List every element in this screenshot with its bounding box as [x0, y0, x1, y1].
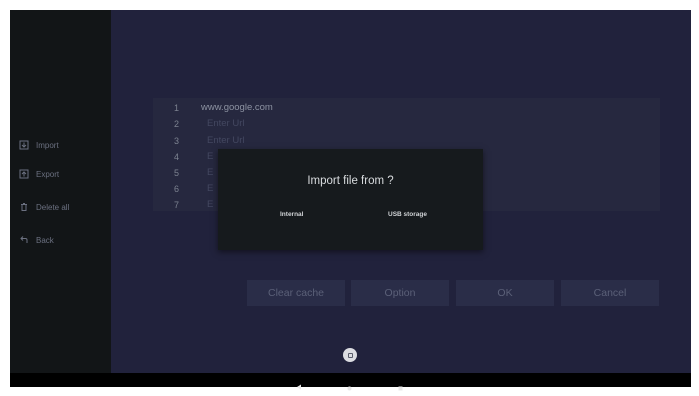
nav-back-icon[interactable]: [296, 377, 302, 395]
trash-icon: [19, 202, 29, 212]
sidebar-item-label: Import: [36, 140, 59, 150]
url-text: www.google.com: [201, 102, 273, 113]
dialog-title: Import file from ?: [307, 175, 394, 187]
sidebar-item-label: Delete all: [36, 202, 70, 212]
app-screen: Import Export Delete all Back 1 www.goog…: [10, 10, 691, 373]
clear-cache-button[interactable]: Clear cache: [247, 280, 345, 306]
url-text: E: [207, 151, 214, 162]
square-icon: [347, 352, 353, 358]
sidebar: Import Export Delete all Back: [10, 10, 111, 373]
url-text: Enter Url: [207, 135, 245, 146]
sidebar-item-delete-all[interactable]: Delete all: [19, 199, 69, 215]
sidebar-item-import[interactable]: Import: [19, 137, 59, 153]
url-index: 3: [174, 135, 180, 146]
cancel-button[interactable]: Cancel: [561, 280, 659, 306]
nav-recents-icon[interactable]: [398, 378, 403, 396]
system-nav-bar: [10, 373, 691, 391]
export-icon: [19, 169, 29, 179]
sidebar-item-back[interactable]: Back: [19, 232, 54, 248]
sidebar-item-label: Back: [36, 235, 54, 245]
import-icon: [19, 140, 29, 150]
url-index: 6: [174, 183, 180, 194]
url-index: 5: [174, 167, 180, 178]
floating-home-button[interactable]: [343, 348, 357, 362]
internal-option[interactable]: Internal: [280, 211, 303, 218]
import-dialog: Import file from ? Internal USB storage: [218, 149, 483, 250]
url-text: Enter Url: [207, 118, 245, 129]
back-icon: [19, 235, 29, 245]
nav-home-icon[interactable]: [347, 378, 352, 396]
url-text: E: [207, 183, 214, 194]
url-index: 7: [174, 199, 180, 210]
url-text: E: [207, 167, 214, 178]
url-text: E: [207, 199, 214, 210]
url-index: 2: [174, 118, 180, 129]
sidebar-item-export[interactable]: Export: [19, 166, 59, 182]
sidebar-item-label: Export: [36, 169, 60, 179]
ok-button[interactable]: OK: [456, 280, 554, 306]
url-index: 4: [174, 151, 180, 162]
url-index: 1: [174, 102, 180, 113]
option-button[interactable]: Option: [351, 280, 449, 306]
usb-storage-option[interactable]: USB storage: [388, 211, 427, 218]
